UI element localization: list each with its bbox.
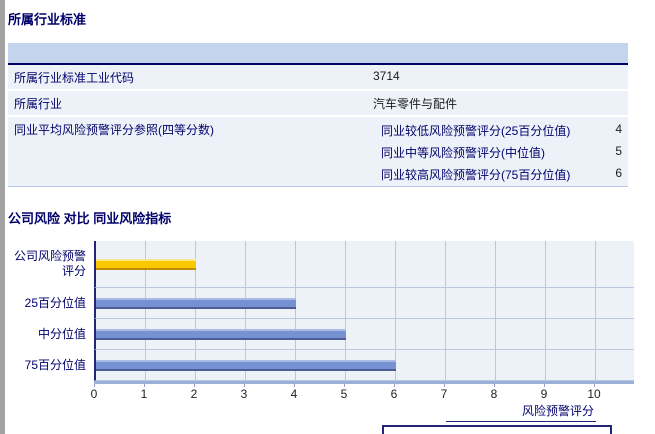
table-header-row	[8, 43, 628, 65]
bar-company-score	[96, 258, 196, 270]
peer-average-label: 同业平均风险预警评分参照(四等分数)	[14, 123, 214, 137]
bar-industry-p25	[96, 297, 296, 309]
x-tick: 9	[534, 384, 554, 401]
industry-standard-table: 所属行业标准工业代码 3714 所属行业 汽车零件与配件 同业平均风险预警评分参…	[8, 43, 628, 187]
x-tick: 3	[234, 384, 254, 401]
category-label-company-score: 公司风险预警评分	[8, 241, 94, 288]
x-tick: 5	[334, 384, 354, 401]
chart-row	[94, 319, 634, 350]
x-tick-labels: 0 1 2 3 4 5 6 7 8 9 10	[91, 384, 634, 401]
peer-median-score-value: 5	[615, 144, 622, 158]
category-label-p75: 75百分位值	[8, 350, 94, 381]
peer-score-list: 同业较低风险预警评分(25百分位值) 4 同业中等风险预警评分(中位值) 5 同…	[373, 117, 628, 186]
x-tick: 4	[284, 384, 304, 401]
industry-section-title: 所属行业标准	[8, 12, 87, 27]
table-row: 所属行业标准工业代码 3714	[8, 65, 628, 91]
peer-average-row: 同业平均风险预警评分参照(四等分数) 同业较低风险预警评分(25百分位值) 4 …	[8, 117, 628, 187]
x-axis-label-wrap: 风险预警评分	[94, 401, 634, 422]
industry-code-value: 3714	[373, 69, 400, 83]
x-tick: 2	[184, 384, 204, 401]
chart-legend: 浙江仙通橡塑股份有限公司 行业	[382, 425, 612, 434]
chart-row	[94, 288, 634, 319]
x-tick: 0	[84, 384, 104, 401]
category-label-p25: 25百分位值	[8, 288, 94, 319]
peer-high-score-label: 同业较高风险预警评分(75百分位值)	[381, 168, 571, 182]
table-row: 所属行业 汽车零件与配件	[8, 91, 628, 117]
x-tick: 7	[434, 384, 454, 401]
x-tick: 10	[584, 384, 604, 401]
peer-low-score-label: 同业较低风险预警评分(25百分位值)	[381, 124, 571, 138]
x-axis-label: 风险预警评分	[446, 401, 596, 422]
industry-name-value: 汽车零件与配件	[373, 97, 458, 111]
industry-code-label: 所属行业标准工业代码	[14, 71, 135, 85]
peer-score-row: 同业较低风险预警评分(25百分位值) 4	[373, 118, 628, 140]
comparison-section-title: 公司风险 对比 同业风险指标	[8, 211, 172, 226]
risk-comparison-bar-chart: 公司风险预警评分 25百分位值 中分位值 75百分位值 0 1 2 3 4 5 6 7 8 9 10	[8, 241, 634, 434]
peer-median-score-label: 同业中等风险预警评分(中位值)	[381, 146, 545, 160]
x-tick: 1	[134, 384, 154, 401]
chart-row	[94, 241, 634, 288]
bar-industry-p75	[96, 359, 396, 371]
x-tick: 6	[384, 384, 404, 401]
peer-score-row: 同业中等风险预警评分(中位值) 5	[373, 140, 628, 162]
chart-plot-area: 公司风险预警评分 25百分位值 中分位值 75百分位值 0 1 2 3 4 5 6 7 8 9 10	[8, 241, 634, 422]
peer-high-score-value: 6	[615, 166, 622, 180]
category-label-median: 中分位值	[8, 319, 94, 350]
report-page: 所属行业标准 所属行业标准工业代码 3714 所属行业 汽车零件与配件 同业平均…	[0, 0, 655, 434]
peer-score-row: 同业较高风险预警评分(75百分位值) 6	[373, 162, 628, 184]
ticks-spacer	[8, 384, 94, 401]
peer-low-score-value: 4	[615, 122, 622, 136]
industry-name-label: 所属行业	[14, 97, 63, 111]
bar-industry-median	[96, 328, 346, 340]
x-tick: 8	[484, 384, 504, 401]
xlabel-spacer	[8, 401, 94, 422]
chart-row	[94, 350, 634, 381]
